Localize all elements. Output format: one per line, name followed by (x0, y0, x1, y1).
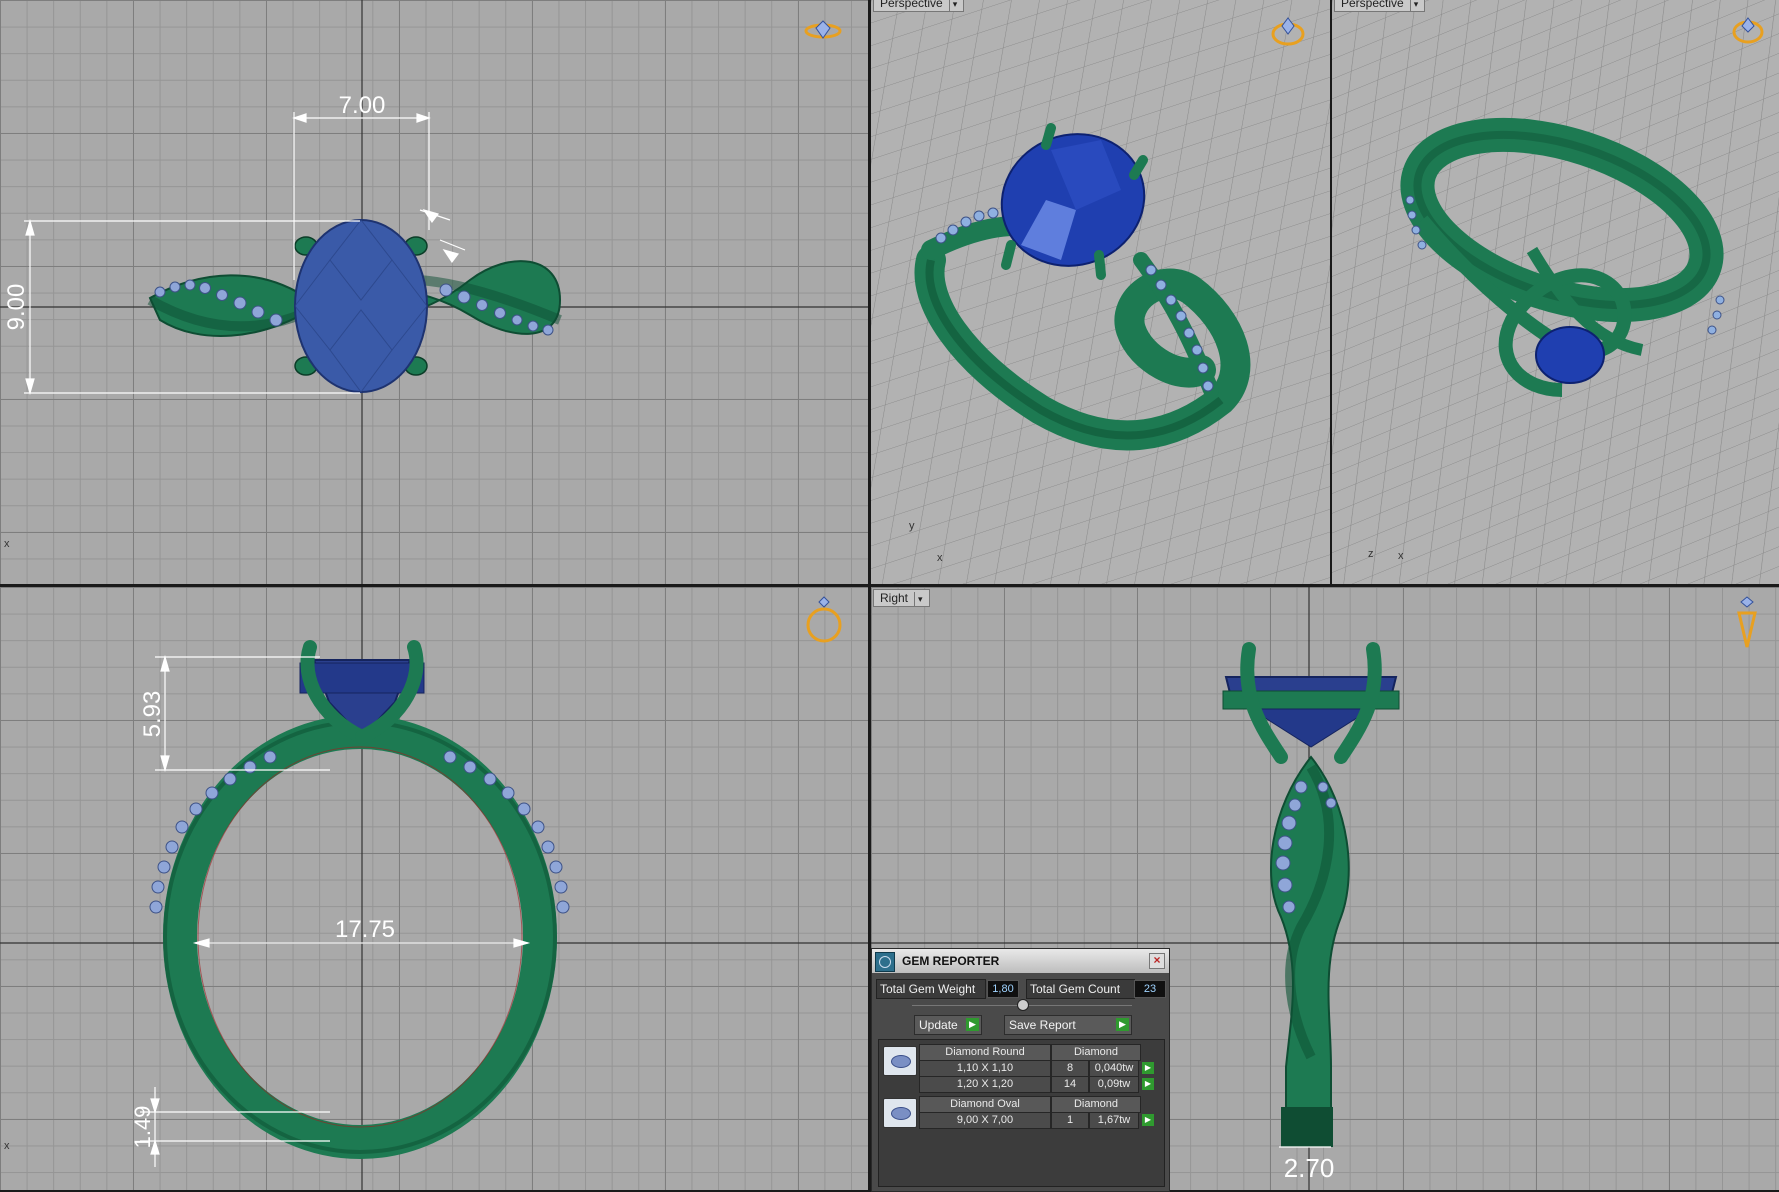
perspective-1-label[interactable]: Perspective ▾ (873, 0, 965, 12)
gem-count: 8 (1051, 1060, 1089, 1077)
slider-knob[interactable] (1017, 999, 1029, 1011)
dim-top-width: 7.00 (339, 92, 386, 119)
gem-weight[interactable]: 1,67tw ▶ (1089, 1112, 1154, 1129)
gem-group-round[interactable]: Diamond Round Diamond 1,10 X 1,10 8 0,04… (883, 1044, 1155, 1093)
gem-thumbnail (883, 1046, 917, 1076)
gem-reporter-title: GEM REPORTER (902, 954, 1000, 968)
dim-shank-width: 2.70 (1284, 1153, 1335, 1183)
perspective-1-nav-icon[interactable] (1267, 10, 1309, 48)
gem-weight[interactable]: 0,09tw ▶ (1089, 1076, 1154, 1093)
top-view-scene: 7.00 9.00 (0, 0, 868, 584)
panel-resize-slider[interactable] (912, 999, 1132, 1011)
axis-x-label-p2: x (1398, 550, 1404, 562)
right-view-icon[interactable] (1733, 595, 1761, 651)
gem-reporter-titlebar[interactable]: GEM REPORTER × (872, 949, 1169, 973)
perspective-2-scene (1332, 0, 1779, 584)
axis-x-label-p1: x (937, 552, 943, 564)
top-view-icon[interactable] (804, 18, 842, 44)
gem-material: Diamond (1051, 1044, 1141, 1061)
perspective-2-label[interactable]: Perspective ▾ (1334, 0, 1426, 12)
close-icon[interactable]: × (1149, 953, 1165, 969)
play-icon[interactable]: ▶ (1142, 1114, 1154, 1126)
perspective-2-nav-icon[interactable] (1728, 10, 1768, 48)
gem-count: 1 (1051, 1112, 1089, 1129)
play-icon: ▶ (966, 1018, 979, 1031)
gem-reporter-icon (875, 952, 895, 972)
viewport-perspective-1[interactable]: Perspective ▾ y x (871, 0, 1330, 584)
viewport-perspective-2[interactable]: Perspective ▾ z x (1332, 0, 1779, 584)
axis-z-label: z (1368, 548, 1374, 560)
gem-size: 9,00 X 7,00 (919, 1112, 1051, 1129)
play-icon[interactable]: ▶ (1142, 1062, 1154, 1074)
dim-inner-diameter: 17.75 (335, 916, 395, 943)
front-view-icon[interactable] (804, 595, 844, 647)
dim-shank-thickness: 1.49 (130, 1106, 155, 1149)
total-gem-count-label: Total Gem Count (1026, 979, 1135, 999)
gem-count: 14 (1051, 1076, 1089, 1093)
play-icon[interactable]: ▶ (1142, 1078, 1154, 1090)
front-view-scene: 5.93 17.75 1.49 (0, 587, 868, 1190)
total-gem-weight-value: 1,80 (987, 980, 1019, 998)
update-button[interactable]: Update ▶ (914, 1015, 982, 1035)
axis-x-label-front: x (4, 1140, 10, 1152)
total-gem-weight-label: Total Gem Weight (876, 979, 986, 999)
gem-summary: Total Gem Weight 1,80 Total Gem Count 23 (876, 979, 1166, 999)
viewport-top[interactable]: 7.00 9.00 x (0, 0, 868, 584)
gem-size: 1,10 X 1,10 (919, 1060, 1051, 1077)
total-gem-count-value: 23 (1134, 980, 1166, 998)
gem-group-oval[interactable]: Diamond Oval Diamond 9,00 X 7,00 1 1,67t… (883, 1096, 1155, 1130)
gem-shape: Diamond Round (919, 1044, 1051, 1061)
gem-thumbnail (883, 1098, 917, 1128)
play-icon: ▶ (1116, 1018, 1129, 1031)
axis-x-label: x (4, 538, 10, 550)
gem-list[interactable]: Diamond Round Diamond 1,10 X 1,10 8 0,04… (878, 1039, 1165, 1187)
gem-weight[interactable]: 0,040tw ▶ (1089, 1060, 1154, 1077)
save-report-button[interactable]: Save Report ▶ (1004, 1015, 1132, 1035)
axis-y-label: y (909, 520, 915, 532)
dim-top-height: 9.00 (3, 284, 30, 331)
viewport-front[interactable]: 5.93 17.75 1.49 x (0, 587, 868, 1190)
gem-size: 1,20 X 1,20 (919, 1076, 1051, 1093)
gem-material: Diamond (1051, 1096, 1141, 1113)
gem-shape: Diamond Oval (919, 1096, 1051, 1113)
right-view-label[interactable]: Right ▾ (873, 589, 930, 607)
dim-setting-height: 5.93 (139, 691, 166, 738)
gem-reporter-panel[interactable]: GEM REPORTER × Total Gem Weight 1,80 Tot… (871, 948, 1170, 1192)
perspective-1-scene (871, 0, 1330, 584)
